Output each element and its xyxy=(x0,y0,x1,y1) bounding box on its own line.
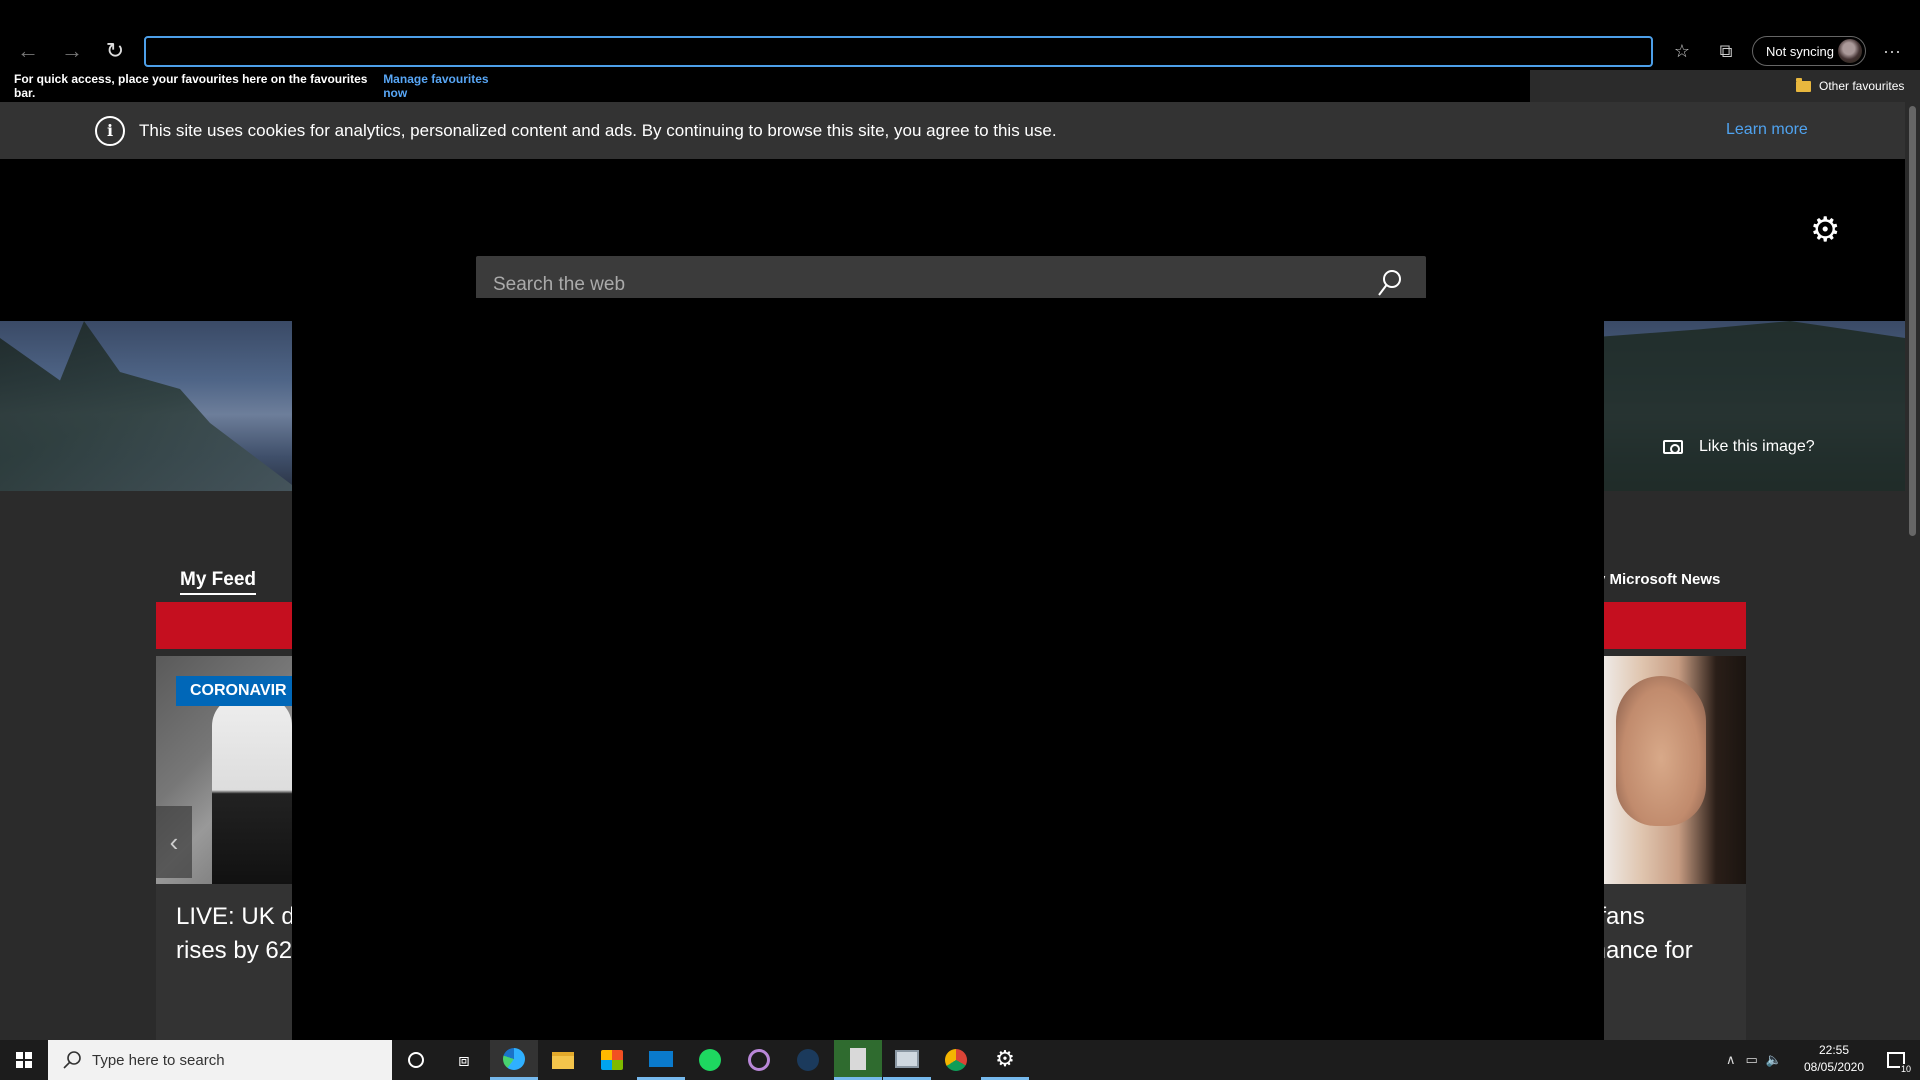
notification-count: 10 xyxy=(1899,1064,1912,1074)
taskbar-search[interactable]: Type here to search xyxy=(48,1040,392,1080)
taskbar-clock[interactable]: 22:55 08/05/2020 xyxy=(1796,1042,1872,1076)
file-explorer-icon xyxy=(552,1051,574,1069)
title-bar xyxy=(0,0,1920,36)
edge-icon xyxy=(503,1047,525,1070)
camera-icon xyxy=(1663,440,1683,454)
arrow-right-icon: → xyxy=(61,38,83,63)
news-card[interactable]: t fans mance for xyxy=(1596,656,1746,1040)
gear-icon: ⚙ xyxy=(1810,211,1841,249)
cookie-message: This site uses cookies for analytics, pe… xyxy=(139,120,1057,140)
store-icon xyxy=(601,1050,623,1070)
windows-icon xyxy=(16,1052,32,1068)
favourites-button[interactable]: ☆ xyxy=(1666,35,1698,67)
settings-icon: ⚙ xyxy=(995,1045,1015,1071)
more-icon: ··· xyxy=(1883,40,1901,61)
taskbar-app-file-explorer[interactable] xyxy=(539,1040,587,1080)
other-favourites-label: Other favourites xyxy=(1819,79,1905,93)
taskbar-app-settings[interactable]: ⚙ xyxy=(981,1040,1029,1080)
media-player-icon xyxy=(748,1049,770,1071)
category-badge: CORONAVIR xyxy=(176,676,296,706)
taskbar-app-edge[interactable] xyxy=(490,1040,538,1080)
task-view-button[interactable]: ⧈ xyxy=(440,1040,488,1080)
chevron-up-icon[interactable]: ∧ xyxy=(1726,1052,1736,1068)
collections-icon: ⧉ xyxy=(1719,40,1733,61)
avatar xyxy=(1838,39,1862,63)
taskbar-app-media-player[interactable] xyxy=(735,1040,783,1080)
profile-sync-button[interactable]: Not syncing xyxy=(1752,36,1866,66)
chrome-icon xyxy=(945,1049,967,1071)
like-image-button[interactable]: Like this image? xyxy=(1663,438,1815,456)
system-tray: ∧ ▭ 🔈 xyxy=(1726,1040,1782,1080)
taskbar-app-chrome[interactable] xyxy=(932,1040,980,1080)
steam-icon xyxy=(797,1049,819,1071)
cortana-icon xyxy=(408,1052,424,1068)
address-bar[interactable] xyxy=(144,36,1653,67)
carousel-prev-button[interactable]: ‹ xyxy=(156,806,192,878)
pc-icon xyxy=(895,1049,919,1068)
black-overlay-window xyxy=(292,298,1604,1040)
refresh-button[interactable]: ↻ xyxy=(97,33,133,69)
taskbar-app-spotify[interactable] xyxy=(686,1040,734,1080)
tab-my-feed[interactable]: My Feed xyxy=(180,569,257,595)
taskbar-app-pinned[interactable] xyxy=(834,1040,882,1080)
refresh-icon: ↻ xyxy=(105,38,125,63)
chevron-left-icon: ‹ xyxy=(169,826,179,857)
page-scrollbar[interactable] xyxy=(1905,102,1920,1040)
favourites-message-text: For quick access, place your favourites … xyxy=(14,72,368,100)
collections-button[interactable]: ⧉ xyxy=(1710,35,1742,67)
volume-icon[interactable]: 🔈 xyxy=(1766,1052,1782,1068)
info-icon: i xyxy=(95,115,125,146)
taskbar-app-steam[interactable] xyxy=(784,1040,832,1080)
clock-time: 22:55 xyxy=(1818,1043,1850,1057)
network-icon[interactable]: ▭ xyxy=(1746,1052,1758,1068)
mail-icon xyxy=(649,1050,673,1067)
arrow-left-icon: ← xyxy=(17,38,39,63)
news-card[interactable]: CORONAVIR ‹ LIVE: UK de rises by 62 xyxy=(156,656,296,1040)
cookie-banner: i This site uses cookies for analytics, … xyxy=(0,102,1905,159)
app-icon xyxy=(850,1047,866,1070)
scrollbar-thumb[interactable] xyxy=(1909,106,1916,536)
manage-favourites-link[interactable]: Manage favourites now xyxy=(383,72,511,100)
news-title[interactable]: t fans mance for xyxy=(1596,900,1746,968)
taskbar-search-placeholder: Type here to search xyxy=(92,1051,225,1069)
notification-icon: 10 xyxy=(1887,1052,1912,1074)
sync-label: Not syncing xyxy=(1766,43,1834,59)
star-list-icon: ☆ xyxy=(1673,40,1691,61)
taskbar-app-pc[interactable] xyxy=(883,1040,931,1080)
taskbar-app-store[interactable] xyxy=(588,1040,636,1080)
news-title[interactable]: LIVE: UK de rises by 62 xyxy=(176,900,296,968)
search-icon[interactable] xyxy=(1378,269,1402,297)
like-image-label: Like this image? xyxy=(1699,438,1815,455)
other-favourites-button[interactable]: Other favourites xyxy=(1796,73,1904,99)
settings-more-button[interactable]: ··· xyxy=(1876,35,1908,67)
spotify-icon xyxy=(699,1049,721,1071)
taskbar-app-mail[interactable] xyxy=(637,1040,685,1080)
action-center-button[interactable]: 10 xyxy=(1876,1040,1916,1080)
learn-more-link[interactable]: Learn more xyxy=(1726,121,1808,139)
start-button[interactable] xyxy=(0,1040,48,1080)
favourites-bar-message: For quick access, place your favourites … xyxy=(0,70,511,102)
forward-button[interactable]: → xyxy=(54,33,90,69)
task-view-icon: ⧈ xyxy=(458,1049,470,1070)
cortana-button[interactable] xyxy=(392,1040,440,1080)
page-settings-button[interactable]: ⚙ xyxy=(1810,210,1840,250)
search-icon xyxy=(63,1051,81,1069)
folder-icon xyxy=(1796,77,1811,92)
powered-by-microsoft-news: y Microsoft News xyxy=(1597,571,1721,588)
back-button[interactable]: ← xyxy=(10,33,46,69)
clock-date: 08/05/2020 xyxy=(1803,1060,1865,1074)
